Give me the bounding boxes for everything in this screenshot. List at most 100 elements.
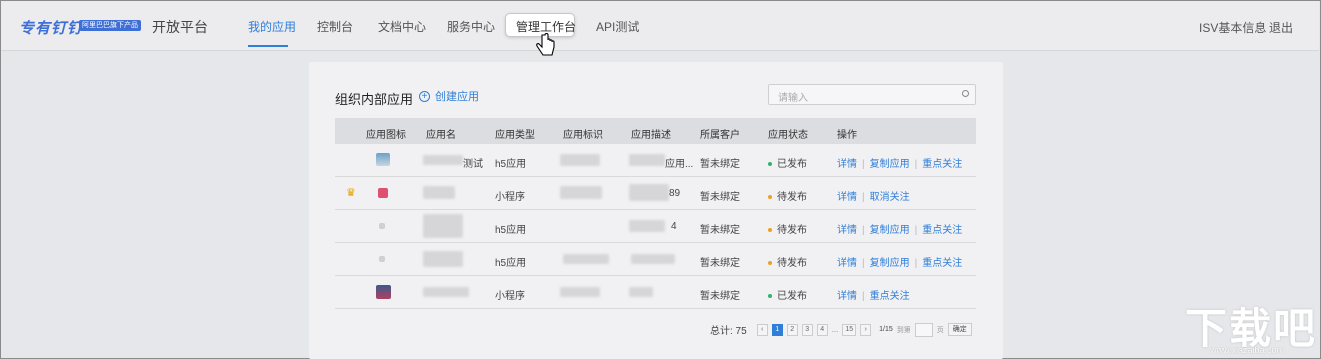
page-button[interactable]: 15: [842, 323, 857, 336]
app-type: 小程序: [495, 291, 525, 302]
nav-docs[interactable]: 文档中心: [378, 18, 426, 35]
table-row: 小程序 暂未绑定 已发布 详情 | 重点关注: [335, 276, 976, 309]
status-label: 已发布: [777, 291, 807, 302]
section-title: 组织内部应用: [335, 92, 414, 107]
col-id: 应用标识: [563, 130, 603, 141]
detail-link[interactable]: 详情: [837, 159, 857, 170]
app-customer: 暂未绑定: [700, 225, 740, 236]
redacted-desc: [629, 220, 665, 232]
confirm-button[interactable]: 确定: [947, 323, 972, 336]
redacted-name: [423, 186, 455, 199]
nav-my-apps[interactable]: 我的应用: [248, 18, 296, 35]
status-dot: [768, 261, 772, 266]
isv-info-link[interactable]: ISV基本信息: [1199, 19, 1266, 36]
col-actions: 操作: [837, 130, 857, 141]
app-status: 待发布: [768, 254, 807, 269]
page-button[interactable]: 2: [786, 323, 798, 336]
redacted-id: [560, 287, 600, 297]
logo-badge: 阿里巴巴旗下产品: [79, 20, 141, 31]
col-icon: 应用图标: [366, 130, 406, 141]
nav-active-underline: [248, 45, 288, 47]
app-type: h5应用: [495, 159, 527, 170]
app-status: 已发布: [768, 287, 807, 302]
detail-link[interactable]: 详情: [837, 258, 857, 269]
page-button[interactable]: 3: [801, 323, 813, 336]
detail-link[interactable]: 详情: [837, 192, 857, 203]
search-input[interactable]: 请输入: [768, 84, 976, 105]
row-actions: 详情 | 重点关注: [837, 291, 910, 302]
detail-link[interactable]: 详情: [837, 225, 857, 236]
table-row: 测试 h5应用 应用... 暂未绑定 已发布 详情 | 复制应用 | 重点关注: [335, 144, 976, 177]
total-count: 总计: 75: [710, 326, 747, 337]
redacted-name: [423, 287, 469, 297]
nav-console[interactable]: 控制台: [317, 18, 353, 35]
app-type: h5应用: [495, 258, 527, 269]
search-placeholder: 请输入: [778, 93, 808, 104]
follow-link[interactable]: 重点关注: [922, 159, 962, 170]
detail-link[interactable]: 详情: [837, 291, 857, 302]
create-app-label: 创建应用: [435, 91, 479, 103]
prev-page-button[interactable]: ‹: [756, 323, 768, 336]
app-customer: 暂未绑定: [700, 159, 740, 170]
redacted-desc: [631, 254, 675, 264]
redacted-desc: [629, 184, 669, 201]
row-actions: 详情 | 复制应用 | 重点关注: [837, 258, 963, 269]
col-customer: 所属客户: [700, 130, 740, 141]
logout-link[interactable]: 退出: [1269, 19, 1293, 36]
redacted-desc: [629, 287, 653, 297]
follow-link[interactable]: 重点关注: [870, 291, 910, 302]
row-actions: 详情 | 复制应用 | 重点关注: [837, 159, 963, 170]
app-icon: [378, 188, 388, 198]
follow-link[interactable]: 重点关注: [922, 258, 962, 269]
redacted-id: [563, 254, 609, 264]
app-type: 小程序: [495, 192, 525, 203]
status-dot: [768, 195, 772, 200]
nav-service-center[interactable]: 服务中心: [447, 18, 495, 35]
app-name: 测试: [463, 159, 483, 170]
app-status: 待发布: [768, 188, 807, 203]
apps-table: 应用图标 应用名 应用类型 应用标识 应用描述 所属客户 应用状态 操作 测试 …: [335, 118, 976, 309]
app-icon: [379, 256, 385, 262]
app-icon: [379, 223, 385, 229]
page-button[interactable]: 1: [771, 323, 783, 336]
goto-page-input[interactable]: [914, 322, 933, 337]
app-desc: 应用...: [665, 159, 694, 170]
status-label: 已发布: [777, 159, 807, 170]
copy-app-link[interactable]: 复制应用: [870, 159, 910, 170]
unfollow-link[interactable]: 取消关注: [870, 192, 910, 203]
next-page-button[interactable]: ›: [860, 323, 872, 336]
create-app-button[interactable]: + 创建应用: [419, 88, 479, 104]
status-dot: [768, 294, 772, 299]
redacted-id: [560, 154, 600, 166]
redacted-name: [423, 155, 463, 165]
status-dot: [768, 228, 772, 233]
col-type: 应用类型: [495, 130, 535, 141]
page-info: 1/15: [879, 326, 893, 333]
status-dot: [768, 162, 772, 167]
row-actions: 详情 | 取消关注: [837, 192, 910, 203]
logo-text: 专有钉钉: [19, 20, 84, 37]
crown-icon: ♛: [346, 187, 356, 199]
status-label: 待发布: [777, 225, 807, 236]
table-row: ♛ 小程序 89 暂未绑定 待发布 详情 | 取消关注: [335, 177, 976, 210]
nav-api-test[interactable]: API测试: [596, 18, 639, 35]
app-customer: 暂未绑定: [700, 192, 740, 203]
follow-link[interactable]: 重点关注: [922, 225, 962, 236]
platform-title: 开放平台: [152, 19, 208, 35]
redacted-desc: [629, 154, 665, 166]
status-label: 待发布: [777, 258, 807, 269]
page-button[interactable]: 4: [816, 323, 828, 336]
table-row: h5应用 暂未绑定 待发布 详情 | 复制应用 | 重点关注: [335, 243, 976, 276]
hand-cursor-icon: [536, 33, 555, 56]
table-row: h5应用 4 暂未绑定 待发布 详情 | 复制应用 | 重点关注: [335, 210, 976, 243]
redacted-name: [423, 214, 463, 238]
col-status: 应用状态: [768, 130, 808, 141]
col-desc: 应用描述: [631, 130, 671, 141]
col-name: 应用名: [426, 130, 456, 141]
app-desc: 89: [669, 188, 681, 199]
copy-app-link[interactable]: 复制应用: [870, 258, 910, 269]
search-icon: [962, 90, 969, 97]
app-desc: 4: [671, 221, 677, 232]
copy-app-link[interactable]: 复制应用: [870, 225, 910, 236]
plus-circle-icon: +: [419, 90, 430, 102]
